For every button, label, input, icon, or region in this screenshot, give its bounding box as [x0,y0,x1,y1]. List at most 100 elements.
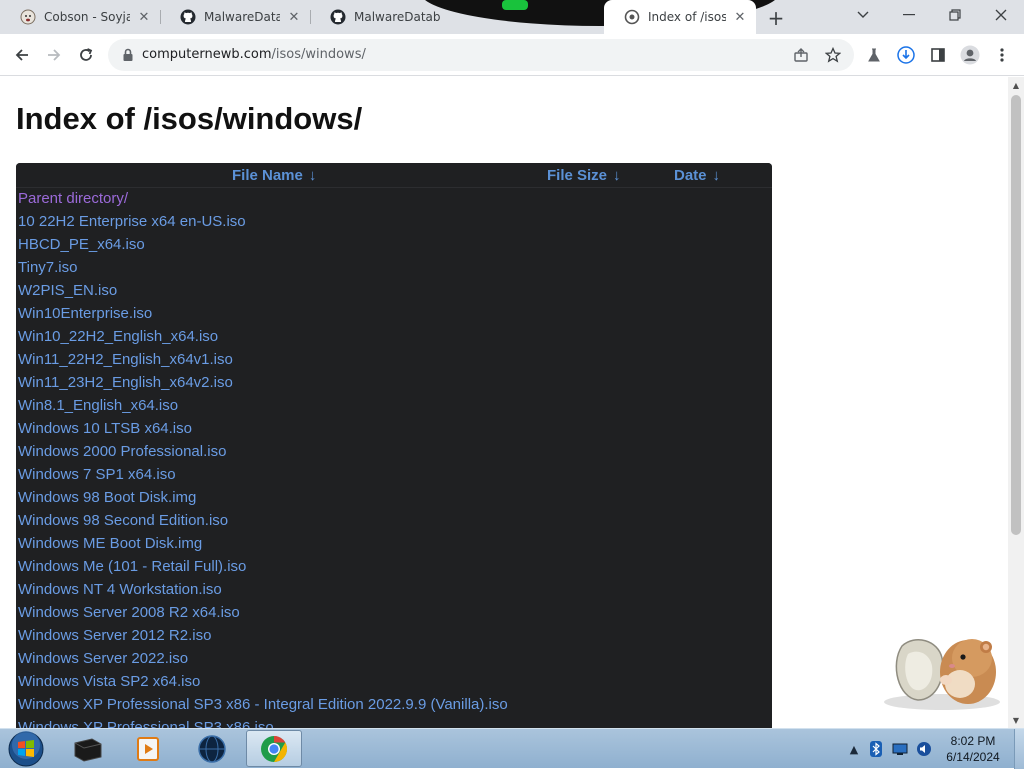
download-icon[interactable] [892,41,920,69]
bookmark-star-icon[interactable] [824,46,842,64]
parent-directory-link[interactable]: Parent directory/ [18,190,128,207]
table-row: Win11_22H2_English_x64v1.iso [16,349,772,372]
table-row: Windows Server 2022.iso [16,648,772,671]
forward-button[interactable] [40,41,68,69]
show-desktop-button[interactable] [1014,729,1024,769]
close-icon[interactable]: ✕ [732,9,748,25]
table-row: Tiny7.iso [16,257,772,280]
file-link[interactable]: Windows 7 SP1 x64.iso [18,466,176,483]
file-link[interactable]: HBCD_PE_x64.iso [18,236,145,253]
table-row: HBCD_PE_x64.iso [16,234,772,257]
table-row: Windows ME Boot Disk.img [16,533,772,556]
table-row: Windows XP Professional SP3 x86 - Integr… [16,694,772,717]
file-link[interactable]: Windows XP Professional SP3 x86 - Integr… [18,696,508,713]
column-header-label: File Name [232,167,303,184]
table-row: Windows 10 LTSB x64.iso [16,418,772,441]
table-row: Windows Me (101 - Retail Full).iso [16,556,772,579]
taskbar-item-chrome[interactable] [246,730,302,767]
table-row: Win8.1_English_x64.iso [16,395,772,418]
reload-button[interactable] [72,41,100,69]
share-icon[interactable] [792,46,810,64]
file-link[interactable]: Windows XP Professional SP3 x86.iso [18,719,274,728]
url-host: computernewb.com [142,47,272,62]
extensions-flask-icon[interactable] [860,41,888,69]
sort-arrow-icon: ↓ [308,167,317,184]
taskbar-item-media-player[interactable] [120,730,176,767]
column-header-date[interactable]: Date ↓ [674,167,720,184]
file-link[interactable]: Windows Server 2012 R2.iso [18,627,211,644]
file-link[interactable]: Tiny7.iso [18,259,77,276]
scrollbar-thumb[interactable] [1011,95,1021,535]
clock-time: 8:02 PM [950,734,996,748]
table-row: Windows Server 2008 R2 x64.iso [16,602,772,625]
file-link[interactable]: 10 22H2 Enterprise x64 en-US.iso [18,213,246,230]
table-row: Windows 98 Boot Disk.img [16,487,772,510]
file-link[interactable]: Windows 98 Second Edition.iso [18,512,228,529]
tab-title: Cobson - Soyja [44,10,130,24]
file-link[interactable]: Windows ME Boot Disk.img [18,535,202,552]
file-link[interactable]: Windows Me (101 - Retail Full).iso [18,558,246,575]
menu-kebab-icon[interactable] [988,41,1016,69]
file-link[interactable]: Win11_23H2_English_x64v2.iso [18,374,233,391]
file-link[interactable]: Windows 2000 Professional.iso [18,443,226,460]
close-icon[interactable]: ✕ [136,9,152,25]
show-hidden-icons-arrow-icon[interactable]: ▲ [846,741,862,757]
file-link[interactable]: Windows 98 Boot Disk.img [18,489,196,506]
address-bar[interactable]: computernewb.com/isos/windows/ [108,39,854,71]
bluetooth-icon[interactable] [868,741,884,757]
file-link[interactable]: Win10_22H2_English_x64.iso [18,328,218,345]
network-icon[interactable] [892,741,908,757]
table-row: Windows Vista SP2 x64.iso [16,671,772,694]
close-icon[interactable]: ✕ [286,9,302,25]
back-button[interactable] [8,41,36,69]
new-tab-button[interactable]: + [764,6,788,30]
start-button[interactable] [6,730,46,768]
vertical-scrollbar[interactable]: ▲ ▼ [1008,77,1024,728]
column-header-label: File Size [547,167,608,184]
tab-title: MalwareDatab [204,10,280,24]
file-link[interactable]: Windows NT 4 Workstation.iso [18,581,222,598]
scroll-up-arrow-icon[interactable]: ▲ [1008,77,1024,93]
soyjak-favicon-icon [20,9,36,25]
taskbar-item-terminal[interactable] [60,730,116,767]
taskbar-clock[interactable]: 8:02 PM 6/14/2024 [934,733,1012,765]
tab-title: Index of /isos/w [648,10,726,24]
taskbar-item-globe[interactable] [184,730,240,767]
table-header: File Name ↓ File Size ↓ Date ↓ [16,163,772,188]
column-header-file-name[interactable]: File Name ↓ [232,167,316,184]
table-row: 10 22H2 Enterprise x64 en-US.iso [16,211,772,234]
windows-taskbar: ▲ 8:02 PM 6/14/2024 [0,728,1024,769]
table-row: Win10Enterprise.iso [16,303,772,326]
close-window-button[interactable] [978,0,1024,30]
table-row: Windows 7 SP1 x64.iso [16,464,772,487]
file-link[interactable]: Win8.1_English_x64.iso [18,397,178,414]
column-header-file-size[interactable]: File Size ↓ [547,167,621,184]
tab-cobson[interactable]: Cobson - Soyja ✕ [0,0,160,34]
browser-toolbar: computernewb.com/isos/windows/ [0,34,1024,76]
file-link[interactable]: Windows Vista SP2 x64.iso [18,673,200,690]
tab-malwaredatabase-1[interactable]: MalwareDatab ✕ [160,0,310,34]
file-link[interactable]: Win10Enterprise.iso [18,305,152,322]
directory-listing-table: File Name ↓ File Size ↓ Date ↓ Parent direc… [16,163,772,728]
column-header-label: Date [674,167,707,184]
page-title: Index of /isos/windows/ [16,101,363,136]
side-panel-icon[interactable] [924,41,952,69]
restore-button[interactable] [932,0,978,30]
table-body: Parent directory/ 10 22H2 Enterprise x64… [16,188,772,728]
table-row: Windows 2000 Professional.iso [16,441,772,464]
tab-search-icon[interactable] [840,0,886,30]
table-row: W2PIS_EN.iso [16,280,772,303]
table-row: Windows 98 Second Edition.iso [16,510,772,533]
table-row: Windows XP Professional SP3 x86.iso [16,717,772,728]
file-link[interactable]: Win11_22H2_English_x64v1.iso [18,351,233,368]
profile-avatar-icon[interactable] [956,41,984,69]
file-link[interactable]: Windows Server 2022.iso [18,650,188,667]
tab-index-of-isos[interactable]: Index of /isos/w ✕ [604,0,756,34]
lock-icon[interactable] [120,47,136,63]
file-link[interactable]: Windows 10 LTSB x64.iso [18,420,192,437]
minimize-button[interactable] [886,0,932,30]
file-link[interactable]: W2PIS_EN.iso [18,282,117,299]
scroll-down-arrow-icon[interactable]: ▼ [1008,712,1024,728]
file-link[interactable]: Windows Server 2008 R2 x64.iso [18,604,240,621]
volume-icon[interactable] [916,741,932,757]
